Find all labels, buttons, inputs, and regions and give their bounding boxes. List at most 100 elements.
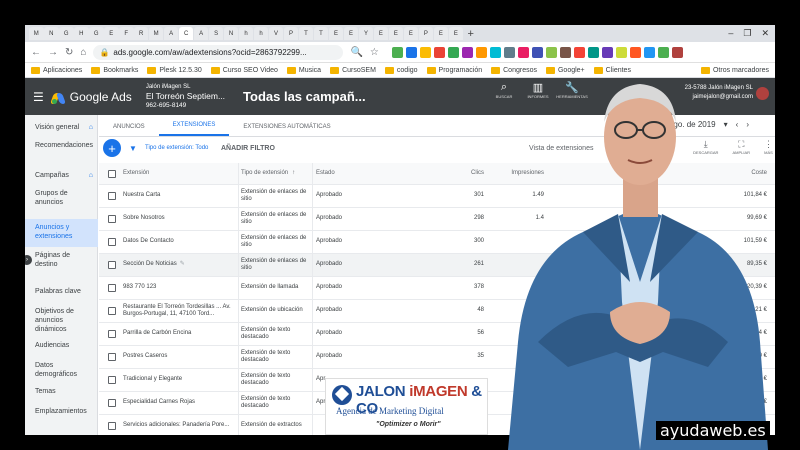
cell-extension[interactable]: Tradicional y Elegante (123, 369, 235, 391)
extension-icon[interactable] (461, 46, 473, 58)
bookmark-item[interactable]: Musica (286, 66, 321, 74)
sidebar-item-recomendaciones[interactable]: Recomendaciones (25, 137, 98, 154)
row-checkbox[interactable] (108, 261, 116, 269)
bookmark-item[interactable]: codigo (384, 66, 418, 74)
sidebar-item-audiencias[interactable]: Audiencias (25, 337, 98, 354)
header-extension[interactable]: Extensión (123, 163, 235, 184)
browser-tab[interactable]: h (253, 27, 269, 40)
browser-tab[interactable]: V (268, 27, 284, 40)
filter-chip[interactable]: Tipo de extensión: Todo (145, 145, 208, 151)
sidebar-item-grupos-de-anuncios[interactable]: Grupos de anuncios (25, 185, 98, 211)
header-status[interactable]: Estado (312, 163, 442, 184)
browser-tab[interactable]: R (133, 27, 149, 40)
browser-tab[interactable]: P (418, 27, 434, 40)
cell-extension[interactable]: Postres Caseros (123, 346, 235, 368)
browser-tab[interactable]: E (448, 27, 464, 40)
select-all-checkbox[interactable] (108, 169, 116, 178)
bookmark-item[interactable]: CursoSEM (330, 66, 376, 74)
browser-tab[interactable]: N (43, 27, 59, 40)
row-checkbox[interactable] (108, 307, 116, 315)
bookmark-item[interactable]: Programación (426, 66, 482, 74)
browser-tab[interactable]: E (388, 27, 404, 40)
row-checkbox[interactable] (108, 215, 116, 223)
zoom-icon[interactable]: 🔍 (350, 47, 362, 58)
row-checkbox[interactable] (108, 376, 116, 384)
tab-extensiones-automaticas[interactable]: EXTENSIONES AUTOMÁTICAS (229, 124, 344, 136)
account-selector[interactable]: Jalón iMagen SL El Torreón Septiem... 96… (146, 83, 225, 110)
extension-icon[interactable] (405, 46, 417, 58)
cell-extension[interactable]: Datos De Contacto (123, 231, 235, 253)
extension-icon[interactable] (391, 46, 403, 58)
row-checkbox[interactable] (108, 284, 116, 292)
browser-tab[interactable]: S (208, 27, 224, 40)
browser-tab[interactable]: M (29, 27, 44, 40)
forward-icon[interactable]: → (48, 47, 58, 58)
extension-icon[interactable] (433, 46, 445, 58)
cell-extension[interactable]: Sobre Nosotros (123, 208, 235, 230)
row-checkbox[interactable] (108, 192, 116, 200)
tab-anuncios[interactable]: ANUNCIOS (99, 124, 159, 136)
url-input[interactable]: 🔒 ads.google.com/aw/adextensions?ocid=28… (93, 44, 344, 60)
extension-icon[interactable] (475, 46, 487, 58)
minimize-icon[interactable]: – (728, 28, 733, 39)
new-tab-button[interactable]: + (468, 28, 474, 40)
menu-icon[interactable]: ☰ (33, 90, 44, 104)
browser-tab[interactable]: E (403, 27, 419, 40)
reload-icon[interactable]: ↻ (65, 47, 73, 58)
bookmark-item[interactable]: Bookmarks (91, 66, 138, 74)
sidebar-item-palabras-clave[interactable]: Palabras clave (25, 283, 98, 300)
browser-tab[interactable]: E (328, 27, 344, 40)
close-icon[interactable]: ✕ (761, 28, 769, 39)
browser-tab[interactable]: G (88, 27, 104, 40)
edit-icon[interactable]: ✎ (180, 261, 185, 269)
bookmark-item[interactable]: Aplicaciones (31, 66, 82, 74)
bookmark-item[interactable]: Plesk 12.5.30 (147, 66, 202, 74)
header-clicks[interactable]: Clics (442, 163, 490, 184)
sidebar-item-temas[interactable]: Temas (25, 383, 98, 400)
row-checkbox[interactable] (108, 399, 116, 407)
cell-extension[interactable]: Servicios adicionales: Panadería Pore... (123, 415, 235, 435)
sidebar-item-campa-as[interactable]: Campañas ⌂ (25, 167, 98, 184)
browser-tab[interactable]: C (178, 27, 194, 40)
maximize-icon[interactable]: ❐ (743, 28, 751, 39)
extension-icon[interactable] (419, 46, 431, 58)
browser-tab[interactable]: F (118, 27, 134, 40)
filter-icon[interactable]: ▼ (129, 144, 137, 153)
browser-tab[interactable]: Y (358, 27, 374, 40)
row-checkbox[interactable] (108, 330, 116, 338)
browser-tab[interactable]: T (298, 27, 314, 40)
sidebar-item-anuncios-y-extensiones[interactable]: Anuncios y extensiones (25, 219, 98, 247)
sidebar-item-emplazamientos[interactable]: Emplazamientos (25, 403, 98, 420)
campaign-selector[interactable]: Todas las campañ... (243, 89, 366, 104)
bookmark-item[interactable]: Curso SEO Video (210, 66, 278, 74)
browser-tab[interactable]: A (193, 27, 209, 40)
tab-extensiones[interactable]: EXTENSIONES (158, 122, 230, 136)
browser-tab[interactable]: h (238, 27, 254, 40)
cell-extension[interactable]: Sección De Noticias ✎ (123, 254, 235, 276)
add-extension-button[interactable]: + (103, 139, 121, 157)
sidebar-item-p-ginas-de-destino[interactable]: Páginas de destino (25, 247, 98, 273)
browser-tab[interactable]: T (313, 27, 329, 40)
row-checkbox[interactable] (108, 422, 116, 430)
star-icon[interactable]: ☆ (370, 47, 379, 58)
sidebar-item-datos-demogr-ficos[interactable]: Datos demográficos (25, 357, 98, 383)
browser-tab[interactable]: P (283, 27, 299, 40)
browser-tab[interactable]: H (73, 27, 89, 40)
cell-extension[interactable]: Parrilla de Carbón Encina (123, 323, 235, 345)
cell-extension[interactable]: Restaurante El Torreón Tordesillas ... A… (123, 300, 235, 322)
browser-tab[interactable]: A (163, 27, 179, 40)
row-checkbox[interactable] (108, 353, 116, 361)
cell-extension[interactable]: 983 770 123 (123, 277, 235, 299)
cell-extension[interactable]: Nuestra Carta (123, 185, 235, 207)
back-icon[interactable]: ← (31, 47, 41, 58)
sidebar-item-objetivos-de-anuncios-din-micos[interactable]: Objetivos de anuncios dinámicos (25, 303, 98, 338)
browser-tab[interactable]: E (343, 27, 359, 40)
browser-tab[interactable]: N (223, 27, 239, 40)
home-icon[interactable]: ⌂ (80, 47, 86, 58)
header-type[interactable]: Tipo de extensión ↑ (238, 163, 310, 184)
browser-tab[interactable]: M (148, 27, 164, 40)
browser-tab[interactable]: G (58, 27, 74, 40)
browser-tab[interactable]: E (373, 27, 389, 40)
browser-tab[interactable]: E (433, 27, 449, 40)
browser-tab[interactable]: E (103, 27, 119, 40)
